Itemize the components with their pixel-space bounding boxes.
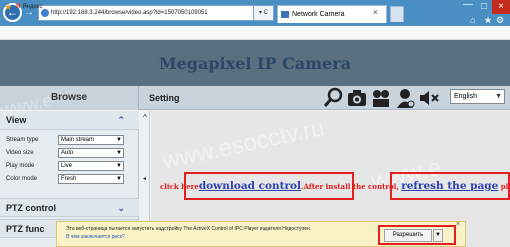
video-size-value: Auto xyxy=(61,150,74,156)
yandex-logo-icon: Я xyxy=(16,4,21,10)
favorite-yandex-link[interactable]: Я Яндекс xyxy=(16,1,66,13)
tab-title: Network Camera xyxy=(292,11,345,18)
new-tab-button[interactable] xyxy=(390,6,404,22)
mute-speaker-icon[interactable] xyxy=(418,88,440,108)
color-mode-select[interactable]: Fresh ▼ xyxy=(58,174,124,184)
add-favorite-icon[interactable]: ★ xyxy=(4,2,14,12)
video-size-select[interactable]: Auto ▼ xyxy=(58,148,124,158)
ptz-control-panel-header[interactable]: PTZ control ⌄ xyxy=(0,198,139,217)
tab-favicon-icon xyxy=(281,11,289,18)
user-icon[interactable] xyxy=(394,87,416,109)
play-mode-value: Live xyxy=(61,163,73,169)
stream-type-select[interactable]: Main stream ▼ xyxy=(58,135,124,145)
favorites-star-icon[interactable]: ★ xyxy=(484,15,496,25)
gear-icon[interactable]: ⚙ xyxy=(496,15,508,25)
address-bar[interactable]: http://192.168.3.244/browse/video.asp?id… xyxy=(38,5,254,21)
favorites-bar xyxy=(0,26,510,40)
favorite-yandex-label: Яндекс xyxy=(22,4,43,10)
ptz-function-title: PTZ func xyxy=(6,224,45,234)
allow-button[interactable]: Разрешить xyxy=(384,229,432,242)
zoom-search-icon[interactable] xyxy=(322,87,344,109)
home-icon[interactable]: ⌂ xyxy=(470,15,482,25)
tab-network-camera[interactable]: Network Camera xyxy=(277,5,387,23)
color-mode-value: Fresh xyxy=(61,176,77,182)
collapse-left-icon[interactable]: ◂ xyxy=(143,175,149,183)
color-mode-label: Color mode xyxy=(6,176,38,182)
address-text: http://192.168.3.244/browse/video.asp?id… xyxy=(51,10,208,16)
window-minimize-button[interactable]: — xyxy=(460,0,476,14)
notification-close-button[interactable]: × xyxy=(456,221,464,229)
collapse-up-icon[interactable]: ⌃ xyxy=(117,111,125,130)
chevron-down-icon: ▼ xyxy=(116,163,122,169)
video-size-label: Video size xyxy=(6,150,34,156)
play-mode-label: Play mode xyxy=(6,163,35,169)
chevron-down-icon: ▼ xyxy=(495,93,502,100)
record-video-icon[interactable] xyxy=(370,87,392,109)
play-mode-select[interactable]: Live ▼ xyxy=(58,161,124,171)
highlight-download-box xyxy=(184,172,354,200)
ptz-control-title: PTZ control xyxy=(6,203,56,213)
chevron-down-icon: ▼ xyxy=(116,176,122,182)
window-close-button[interactable]: × xyxy=(492,0,510,14)
stream-type-value: Main stream xyxy=(61,137,95,143)
window-maximize-button[interactable]: □ xyxy=(476,0,492,14)
language-select[interactable]: English ▼ xyxy=(450,89,505,104)
stream-type-label: Stream type xyxy=(6,137,39,143)
tab-close-button[interactable]: × xyxy=(373,6,383,20)
chevron-down-icon: ▼ xyxy=(116,150,122,156)
page-title: Megapixel IP Camera xyxy=(158,54,352,73)
snapshot-camera-icon[interactable] xyxy=(346,87,368,109)
highlight-refresh-box xyxy=(390,172,510,200)
collapse-up-icon[interactable]: ^ xyxy=(141,113,149,123)
language-value: English xyxy=(454,93,477,100)
expand-down-icon[interactable]: ⌄ xyxy=(117,199,125,218)
allow-dropdown-button[interactable]: ▼ xyxy=(433,229,443,242)
tab-setting[interactable]: Setting xyxy=(149,86,209,110)
watermark: www.esocctv.ru xyxy=(159,114,327,175)
chevron-down-icon: ▼ xyxy=(116,137,122,143)
refresh-button[interactable]: ▾ C xyxy=(254,5,274,21)
notification-risk-link[interactable]: В чем заключается риск? xyxy=(66,233,186,242)
